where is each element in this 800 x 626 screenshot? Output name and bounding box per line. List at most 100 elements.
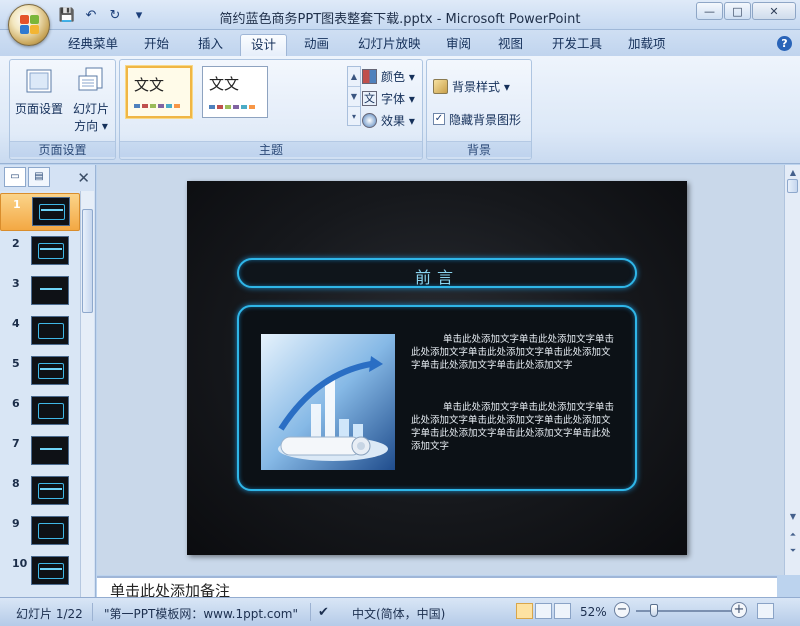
title-placeholder[interactable]: 前言 [237,258,637,288]
previous-slide-icon[interactable]: ⏶ [785,527,800,543]
gallery-up-icon[interactable]: ▲ [348,67,360,87]
scrollbar-thumb[interactable] [787,179,798,193]
slide-count: 幻灯片 1/22 [16,607,83,621]
slide-number: 2 [12,237,20,250]
slide-thumbnail-image [31,236,69,265]
maximize-button[interactable]: □ [724,2,751,20]
business-chart-picture[interactable] [261,334,395,470]
hide-background-graphics[interactable]: ✓ 隐藏背景图形 [433,109,521,129]
slide-thumb-3[interactable]: 3 [0,273,80,311]
slide-thumb-4[interactable]: 4 [0,313,80,351]
minimize-button[interactable]: — [696,2,723,20]
slide-thumbnail-image [31,276,69,305]
slide-thumb-2[interactable]: 2 [0,233,80,271]
tab-developer[interactable]: 开发工具 [542,34,612,56]
slide-thumbnail-image [31,476,69,505]
window-title: 简约蓝色商务PPT图表整套下载.pptx - Microsoft PowerPo… [219,12,581,27]
slide-thumbnail-image [31,436,69,465]
slide-number: 4 [12,317,20,330]
zoom-out-button[interactable]: − [614,602,630,618]
close-button[interactable]: ✕ [752,2,796,20]
tab-insert[interactable]: 插入 [188,34,233,56]
close-pane-icon[interactable]: ✕ [77,169,90,187]
scroll-down-icon[interactable]: ▼ [785,509,800,525]
theme-effects-button[interactable]: 效果 ▾ [362,110,415,130]
slide-thumb-1[interactable]: 1 [0,193,80,231]
slides-tab[interactable]: ▭ [4,167,26,187]
slide-editing-area: 前言 单击此处添加文字单击此处添加文字单击此处添加文字单击此处添加文字单击此处添… [97,165,800,575]
page-setup-button[interactable]: 页面设置 [12,64,66,136]
scrollbar-thumb[interactable] [82,209,93,313]
hide-background-checkbox[interactable]: ✓ [433,113,445,125]
slide-number: 6 [12,397,20,410]
current-slide[interactable]: 前言 单击此处添加文字单击此处添加文字单击此处添加文字单击此处添加文字单击此处添… [187,181,687,555]
office-logo-icon [20,15,40,35]
theme-effects-icon [362,112,377,128]
slide-paragraph-1[interactable]: 单击此处添加文字单击此处添加文字单击此处添加文字单击此处添加文字单击此处添加文字… [411,333,617,372]
theme-gallery-scroll[interactable]: ▲ ▼ ▾ [347,66,361,126]
spelling-check-icon[interactable]: ✔ [318,605,329,620]
theme-thumb-text: 文文 [134,76,165,94]
slide-orientation-button[interactable]: 幻灯片 方向 ▾ [64,64,118,136]
slide-orientation-label-2: 方向 ▾ [74,119,108,133]
status-bar: 幻灯片 1/22 "第一PPT模板网：www.1ppt.com" ✔ 中文(简体… [0,597,800,626]
slide-show-button[interactable] [554,603,571,619]
slide-thumb-5[interactable]: 5 [0,353,80,391]
theme-effects-label: 效果 ▾ [381,113,415,128]
slide-number: 10 [12,557,28,570]
slide-title: 前言 [414,268,459,287]
zoom-in-button[interactable]: + [731,602,747,618]
notes-pane[interactable]: 单击此处添加备注 [97,576,777,597]
slide-sorter-button[interactable] [535,603,552,619]
zoom-level[interactable]: 52% [580,605,607,619]
slide-thumbnail-image [31,316,69,345]
tab-slide-show[interactable]: 幻灯片放映 [348,34,431,56]
next-slide-icon[interactable]: ⏷ [785,543,800,559]
tab-add-ins[interactable]: 加载项 [618,34,676,56]
slide-thumb-6[interactable]: 6 [0,393,80,431]
theme-thumb-office[interactable]: 文文 [202,66,268,118]
help-icon[interactable]: ? [777,36,792,51]
theme-fonts-label: 字体 ▾ [381,91,415,106]
tab-classic-menu[interactable]: 经典菜单 [58,34,128,56]
zoom-slider-knob[interactable] [650,604,658,617]
content-placeholder[interactable]: 单击此处添加文字单击此处添加文字单击此处添加文字单击此处添加文字单击此处添加文字… [237,305,637,491]
group-background: 背景样式 ▾ ✓ 隐藏背景图形 ◢ 背景 [426,59,532,160]
slide-number: 8 [12,477,20,490]
normal-view-button[interactable] [516,603,533,619]
tab-review[interactable]: 审阅 [436,34,481,56]
background-styles-label: 背景样式 ▾ [452,79,510,94]
notes-placeholder[interactable]: 单击此处添加备注 [110,580,230,597]
editor-scrollbar[interactable]: ▲ ▼ ⏶ ⏷ [784,165,800,575]
gallery-down-icon[interactable]: ▼ [348,87,360,107]
tab-home[interactable]: 开始 [134,34,179,56]
tab-animations[interactable]: 动画 [294,34,339,56]
theme-colors-button[interactable]: 颜色 ▾ [362,66,415,86]
fit-to-window-button[interactable] [757,603,774,619]
slides-pane-scrollbar[interactable] [80,191,94,597]
slide-thumb-8[interactable]: 8 [0,473,80,511]
page-setup-icon [24,66,54,96]
tab-design[interactable]: 设计 [240,34,288,56]
slide-thumb-10[interactable]: 10 [0,553,80,591]
slide-thumbnail-image [31,556,69,585]
background-styles-button[interactable]: 背景样式 ▾ [433,76,510,96]
language[interactable]: 中文(简体，中国) [352,605,445,622]
theme-thumb-current[interactable]: 文文 [126,66,192,118]
group-themes: 文文 文文 ▲ ▼ ▾ 颜色 ▾ 文 字体 ▾ 效果 ▾ 主题 [119,59,423,160]
template-name: "第一PPT模板网：www.1ppt.com" [104,607,299,621]
slide-thumb-9[interactable]: 9 [0,513,80,551]
group-label-background: 背景 [427,141,531,157]
slide-thumbnail-image [32,197,70,226]
gallery-more-icon[interactable]: ▾ [348,107,360,127]
theme-fonts-icon: 文 [362,90,377,106]
outline-tab[interactable]: ▤ [28,167,50,187]
office-button[interactable] [8,4,50,46]
slide-thumbnails: 1 2 3 4 5 6 7 8 9 10 [0,191,80,597]
slide-number: 7 [12,437,20,450]
theme-fonts-button[interactable]: 文 字体 ▾ [362,88,415,108]
tab-view[interactable]: 视图 [488,34,533,56]
slide-thumb-7[interactable]: 7 [0,433,80,471]
slide-paragraph-2[interactable]: 单击此处添加文字单击此处添加文字单击此处添加文字单击此处添加文字单击此处添加文字… [411,401,617,453]
pane-tabs: ▭ ▤ ✕ [2,167,94,189]
